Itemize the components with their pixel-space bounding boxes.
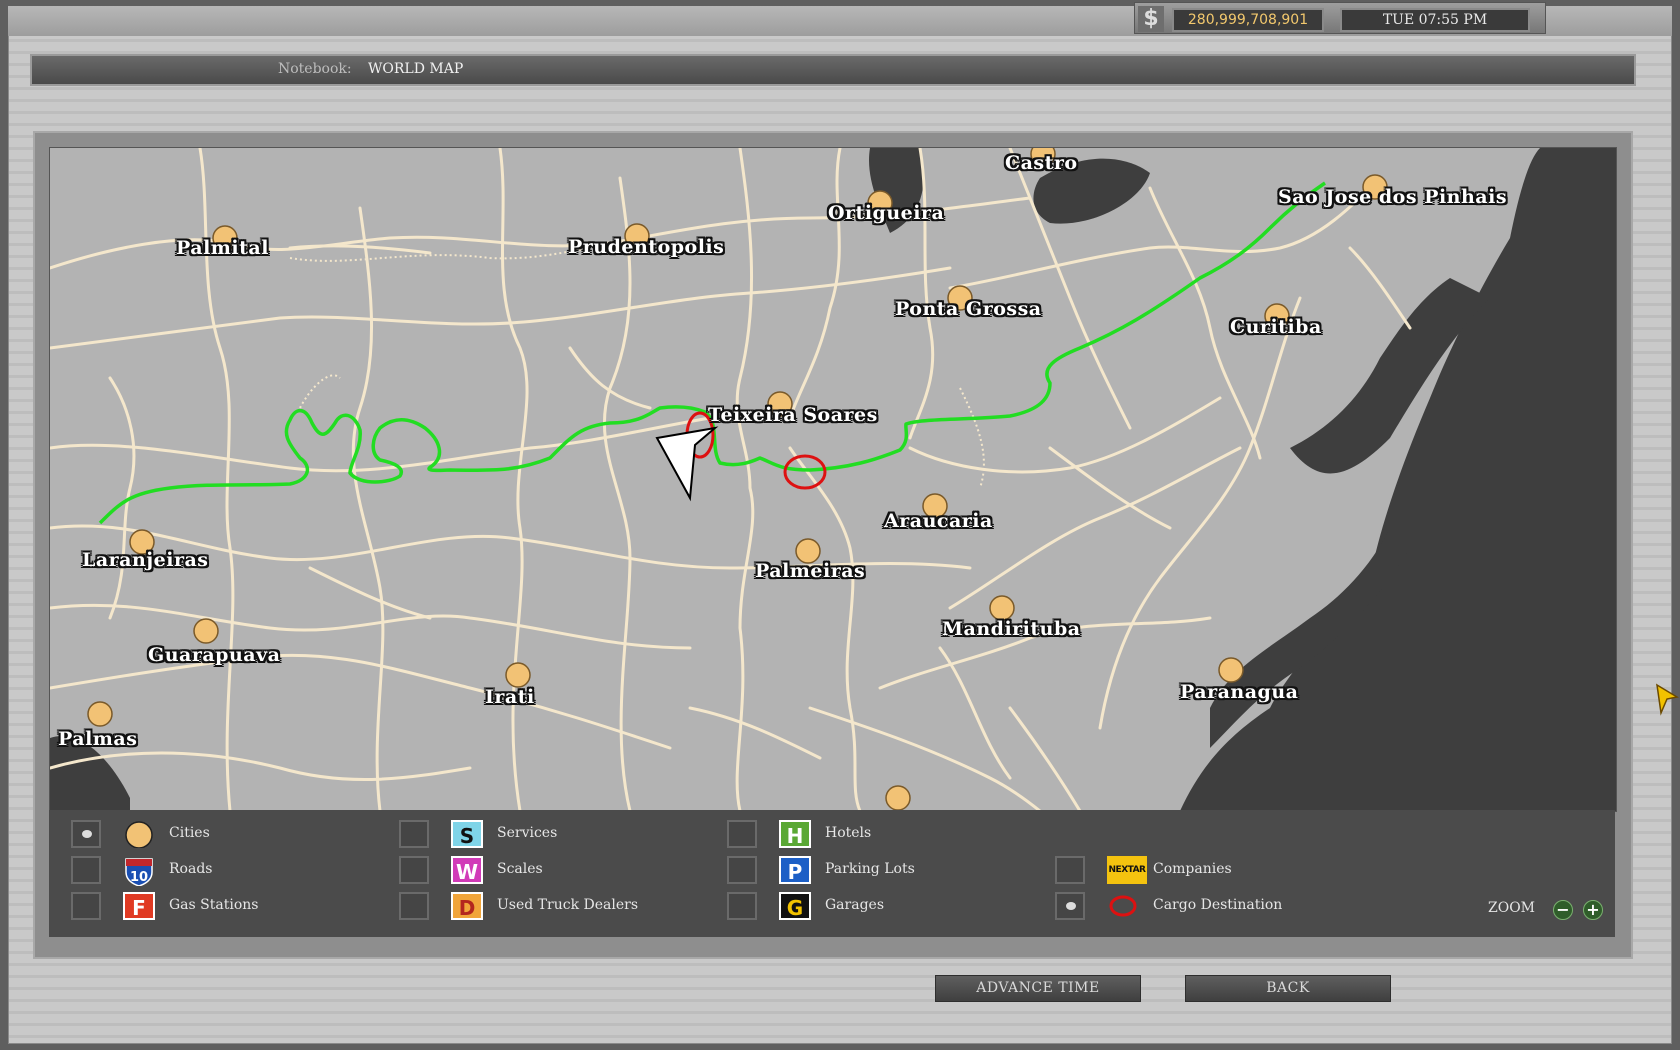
money-display: 280,999,708,901 bbox=[1172, 8, 1324, 32]
garages-toggle[interactable] bbox=[727, 892, 757, 920]
scales-toggle[interactable] bbox=[399, 856, 429, 884]
world-map[interactable]: Castro Sao Jose dos Pinhais Ortigueira P… bbox=[49, 147, 1617, 812]
city-label: Guarapuava bbox=[148, 644, 281, 666]
garage-icon: G bbox=[779, 892, 811, 920]
gas-stations-toggle[interactable] bbox=[71, 892, 101, 920]
zoom-in-button[interactable]: + bbox=[1583, 900, 1603, 920]
interstate-shield-icon: 10 bbox=[123, 856, 155, 887]
city-label: Laranjeiras bbox=[82, 549, 209, 571]
dollar-icon: $ bbox=[1138, 6, 1164, 32]
city-label: Prudentopolis bbox=[568, 236, 725, 258]
city-label: Mandirituba bbox=[942, 618, 1081, 640]
city-label: Ponta Grossa bbox=[895, 298, 1042, 320]
city-label: Paranagua bbox=[1180, 681, 1299, 703]
city-label: Sao Jose dos Pinhais bbox=[1278, 186, 1508, 208]
companies-toggle[interactable] bbox=[1055, 856, 1085, 884]
page-title: WORLD MAP bbox=[368, 61, 464, 77]
hotels-toggle[interactable] bbox=[727, 820, 757, 848]
company-logo-icon: NEXTAR bbox=[1107, 856, 1147, 884]
notebook-label: Notebook: bbox=[278, 61, 352, 77]
cities-toggle[interactable] bbox=[71, 820, 101, 848]
city-label: Irati bbox=[485, 686, 535, 708]
used-truck-dealer-icon: D bbox=[451, 892, 483, 920]
city-label: Ortigueira bbox=[828, 202, 945, 224]
parking-lots-toggle[interactable] bbox=[727, 856, 757, 884]
hotel-icon: H bbox=[779, 820, 811, 848]
services-icon: S bbox=[451, 820, 483, 848]
city-label: Palmeiras bbox=[755, 560, 866, 582]
svg-text:10: 10 bbox=[130, 870, 148, 885]
map-legend: Cities 10 Roads F Gas Stations S Service… bbox=[49, 810, 1615, 937]
services-toggle[interactable] bbox=[399, 820, 429, 848]
zoom-out-button[interactable]: − bbox=[1553, 900, 1573, 920]
mouse-cursor-icon bbox=[1656, 683, 1679, 716]
city-label: Palmas bbox=[58, 728, 138, 750]
advance-time-button[interactable]: ADVANCE TIME bbox=[935, 975, 1141, 1002]
back-button[interactable]: BACK bbox=[1185, 975, 1391, 1002]
cargo-destination-toggle[interactable] bbox=[1055, 892, 1085, 920]
dirt-roads bbox=[289, 247, 985, 489]
city-label: Palmital bbox=[176, 237, 269, 259]
cargo-destination-icon bbox=[1107, 892, 1139, 920]
city-label: Teixeira Soares bbox=[708, 404, 878, 426]
city-label: Castro bbox=[1005, 152, 1078, 174]
city-label: Araucaria bbox=[884, 510, 993, 532]
gas-station-icon: F bbox=[123, 892, 155, 920]
scales-icon: W bbox=[451, 856, 483, 884]
roads-toggle[interactable] bbox=[71, 856, 101, 884]
cargo-destination-marker bbox=[783, 454, 827, 490]
city-icon bbox=[123, 820, 155, 849]
route-line bbox=[98, 181, 1326, 525]
notebook-header: Notebook: WORLD MAP bbox=[30, 54, 1636, 86]
zoom-label: ZOOM bbox=[1488, 900, 1536, 916]
city-label: Curitiba bbox=[1230, 316, 1322, 338]
used-truck-dealers-toggle[interactable] bbox=[399, 892, 429, 920]
player-arrow-icon bbox=[655, 426, 719, 502]
map-canvas bbox=[50, 148, 1616, 811]
clock-display: TUE 07:55 PM bbox=[1340, 8, 1530, 32]
parking-icon: P bbox=[779, 856, 811, 884]
